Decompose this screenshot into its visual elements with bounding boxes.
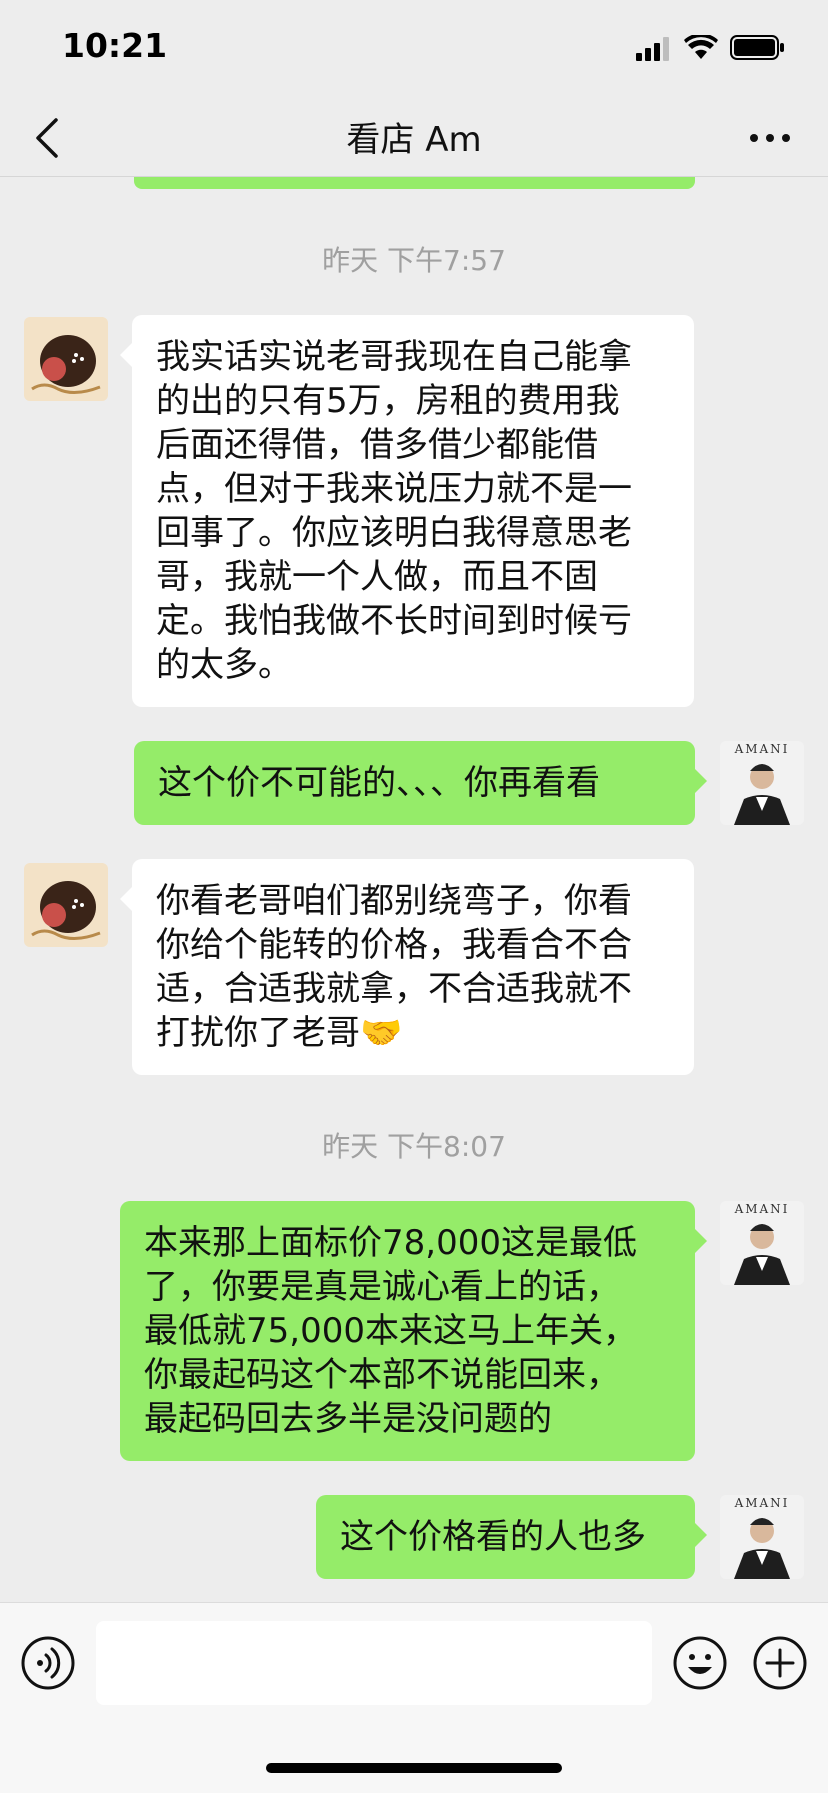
message-input[interactable] — [96, 1621, 652, 1705]
input-bar — [0, 1602, 828, 1793]
message-line: 了，你要是真是诚心看上的话， — [144, 1267, 620, 1307]
chat-message-list[interactable]: 昨天 下午7:57 我实话实说老哥我现在自己能拿 的出的只有5万，房租的费用我 … — [0, 177, 828, 1601]
message-line: 最起码回去多半是没问题的 — [144, 1399, 552, 1439]
self-avatar-text: AMANI — [734, 1202, 790, 1216]
message-line: 哥，我就一个人做，而且不固 — [156, 557, 598, 597]
message-bubble-outgoing[interactable]: 本来那上面标价78,000这是最低 了，你要是真是诚心看上的话， 最低就75,0… — [120, 1201, 707, 1461]
message-bubble-outgoing[interactable]: 这个价不可能的、、、你再看看 — [134, 741, 707, 825]
contact-avatar-image — [24, 317, 108, 401]
self-avatar-text: AMANI — [734, 742, 790, 756]
message-line: 的出的只有5万，房租的费用我 — [156, 381, 620, 421]
status-bar: 10:21 — [0, 0, 828, 100]
contact-avatar[interactable] — [24, 317, 108, 401]
message-line: 最低就75,000本来这马上年关， — [144, 1311, 637, 1351]
message-line: 点，但对于我来说压力就不是一 — [156, 469, 632, 509]
self-avatar-image: AMANI — [720, 1495, 804, 1579]
message-line: 你给个能转的价格，我看合不合 — [156, 925, 632, 965]
message-line: 本来那上面标价78,000这是最低 — [144, 1223, 637, 1263]
status-icons — [614, 34, 794, 64]
chat-header: 看店 Am — [0, 100, 828, 177]
self-avatar-image: AMANI — [720, 741, 804, 825]
timestamp: 昨天 下午8:07 — [322, 1130, 506, 1163]
message-bubble-outgoing[interactable]: 这个价格看的人也多 — [316, 1495, 707, 1579]
message-bubble-incoming[interactable]: 我实话实说老哥我现在自己能拿 的出的只有5万，房租的费用我 后面还得借，借多借少… — [120, 315, 694, 707]
signal-icon — [636, 37, 669, 61]
contact-avatar[interactable] — [24, 863, 108, 947]
message-line: 后面还得借，借多借少都能借 — [156, 425, 598, 465]
message-line: 的太多。 — [156, 645, 292, 685]
message-line: 回事了。你应该明白我得意思老 — [156, 513, 632, 553]
message-line: 定。我怕我做不长时间到时候亏 — [156, 601, 632, 641]
message-line: 适，合适我就拿，不合适我就不 — [156, 969, 632, 1009]
contact-avatar-image — [24, 863, 108, 947]
message-line: 你最起码这个本部不说能回来， — [144, 1355, 620, 1395]
message-line: 这个价格看的人也多 — [340, 1517, 646, 1557]
chat-title: 看店 Am — [346, 120, 482, 160]
self-avatar[interactable]: AMANI — [720, 1201, 804, 1285]
message-line: 我实话实说老哥我现在自己能拿 — [156, 337, 632, 377]
status-time: 10:21 — [62, 26, 168, 65]
message-line: 你看老哥咱们都别绕弯子，你看 — [156, 881, 632, 921]
plus-icon[interactable] — [752, 1635, 808, 1691]
more-dots-icon[interactable] — [748, 124, 792, 152]
wifi-icon — [684, 35, 718, 59]
emoji-icon[interactable] — [672, 1635, 728, 1691]
message-line: 这个价不可能的、、、你再看看 — [158, 763, 600, 803]
previous-message-bubble[interactable] — [134, 177, 695, 189]
message-line: 打扰你了老哥🤝 — [156, 1013, 403, 1053]
timestamp: 昨天 下午7:57 — [322, 244, 506, 277]
self-avatar[interactable]: AMANI — [720, 1495, 804, 1579]
self-avatar[interactable]: AMANI — [720, 741, 804, 825]
voice-icon[interactable] — [20, 1635, 76, 1691]
message-bubble-incoming[interactable]: 你看老哥咱们都别绕弯子，你看 你给个能转的价格，我看合不合 适，合适我就拿，不合… — [120, 859, 694, 1075]
self-avatar-text: AMANI — [734, 1496, 790, 1510]
self-avatar-image: AMANI — [720, 1201, 804, 1285]
home-indicator — [266, 1763, 562, 1773]
battery-icon — [730, 35, 784, 60]
